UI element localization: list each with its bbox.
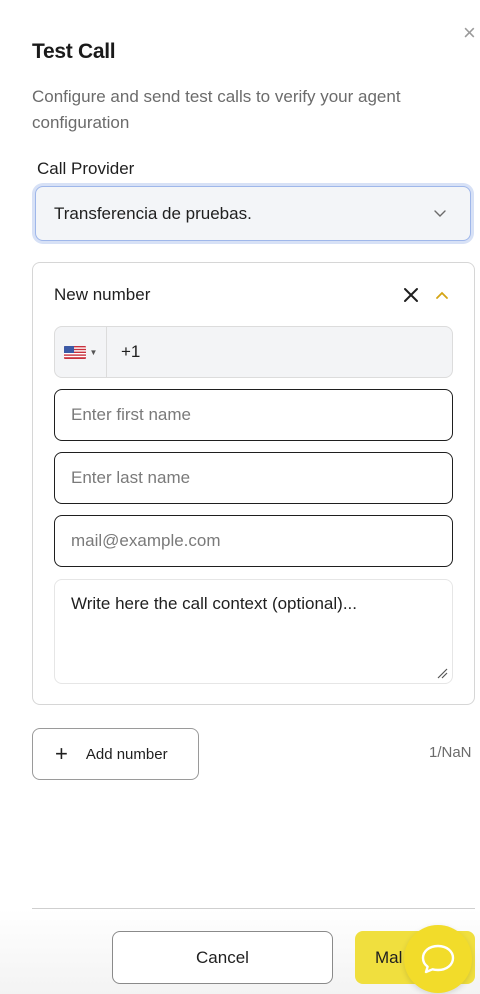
last-name-placeholder: Enter last name: [71, 468, 191, 487]
cancel-label: Cancel: [196, 947, 249, 967]
dialog-title: Test Call: [32, 40, 116, 63]
country-select[interactable]: ▼: [55, 327, 107, 377]
dialog-subtitle: Configure and send test calls to verify …: [32, 87, 401, 132]
plus-icon: +: [55, 741, 68, 766]
close-icon[interactable]: ×: [463, 22, 480, 44]
number-card-title: New number: [54, 285, 151, 304]
first-name-input[interactable]: Enter first name: [54, 389, 453, 441]
last-name-input[interactable]: Enter last name: [54, 452, 453, 504]
phone-code-value: +1: [121, 342, 141, 361]
call-context-textarea[interactable]: Write here the call context (optional)..…: [54, 579, 453, 684]
number-card: New number ▼ +1 Enter first name Enter l…: [32, 262, 475, 705]
resize-handle-icon[interactable]: [436, 667, 448, 679]
chat-launcher-button[interactable]: [404, 925, 472, 993]
caret-down-icon: ▼: [89, 347, 98, 357]
phone-input[interactable]: ▼ +1: [54, 326, 453, 378]
chevron-down-icon: [434, 210, 446, 217]
add-number-button[interactable]: + Add number: [32, 728, 199, 780]
email-input[interactable]: mail@example.com: [54, 515, 453, 567]
call-provider-label: Call Provider: [37, 159, 135, 178]
call-provider-value: Transferencia de pruebas.: [54, 203, 252, 223]
us-flag-icon: [63, 345, 86, 359]
first-name-placeholder: Enter first name: [71, 405, 191, 424]
email-placeholder: mail@example.com: [71, 531, 221, 550]
test-call-dialog: × Test Call Configure and send test call…: [0, 0, 480, 994]
call-context-placeholder: Write here the call context (optional)..…: [71, 594, 357, 613]
call-provider-select[interactable]: Transferencia de pruebas.: [35, 186, 471, 241]
add-number-label: Add number: [85, 745, 168, 763]
chevron-up-icon[interactable]: [434, 287, 450, 303]
remove-number-icon[interactable]: [401, 285, 421, 305]
chat-bubble-icon: [421, 944, 455, 974]
make-call-label: Mal: [375, 947, 403, 967]
number-counter: 1/NaN: [429, 744, 472, 761]
cancel-button[interactable]: Cancel: [112, 931, 333, 984]
